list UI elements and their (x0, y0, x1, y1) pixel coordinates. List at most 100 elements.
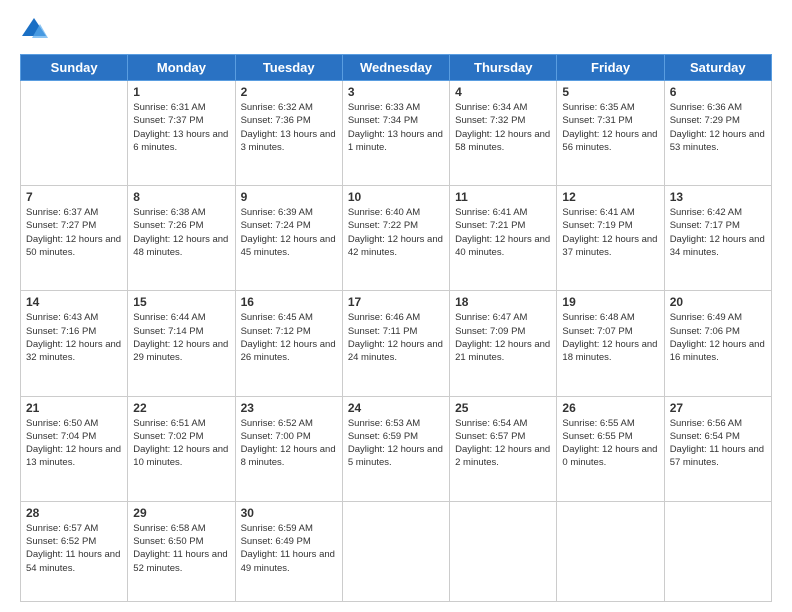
day-info: Sunrise: 6:47 AMSunset: 7:09 PMDaylight:… (455, 311, 551, 364)
logo-icon (20, 16, 48, 44)
day-info: Sunrise: 6:42 AMSunset: 7:17 PMDaylight:… (670, 206, 766, 259)
week-row-5: 28 Sunrise: 6:57 AMSunset: 6:52 PMDayligh… (21, 501, 772, 601)
calendar-cell (21, 81, 128, 186)
day-info: Sunrise: 6:31 AMSunset: 7:37 PMDaylight:… (133, 101, 229, 154)
page: SundayMondayTuesdayWednesdayThursdayFrid… (0, 0, 792, 612)
day-info: Sunrise: 6:51 AMSunset: 7:02 PMDaylight:… (133, 417, 229, 470)
day-number: 22 (133, 401, 229, 415)
calendar-cell: 2Sunrise: 6:32 AMSunset: 7:36 PMDaylight… (235, 81, 342, 186)
calendar-cell: 8 Sunrise: 6:38 AMSunset: 7:26 PMDaylight… (128, 186, 235, 291)
day-number: 19 (562, 295, 658, 309)
day-number: 18 (455, 295, 551, 309)
calendar-cell: 26 Sunrise: 6:55 AMSunset: 6:55 PMDayligh… (557, 396, 664, 501)
day-info: Sunrise: 6:34 AMSunset: 7:32 PMDaylight:… (455, 101, 551, 154)
day-number: 13 (670, 190, 766, 204)
day-info: Sunrise: 6:39 AMSunset: 7:24 PMDaylight:… (241, 206, 337, 259)
calendar-cell: 13 Sunrise: 6:42 AMSunset: 7:17 PMDayligh… (664, 186, 771, 291)
calendar-cell: 1 Sunrise: 6:31 AMSunset: 7:37 PMDaylight… (128, 81, 235, 186)
week-row-3: 14 Sunrise: 6:43 AMSunset: 7:16 PMDayligh… (21, 291, 772, 396)
day-number: 11 (455, 190, 551, 204)
calendar-cell: 18 Sunrise: 6:47 AMSunset: 7:09 PMDayligh… (450, 291, 557, 396)
day-number: 4 (455, 85, 551, 99)
week-row-2: 7 Sunrise: 6:37 AMSunset: 7:27 PMDaylight… (21, 186, 772, 291)
day-info: Sunrise: 6:43 AMSunset: 7:16 PMDaylight:… (26, 311, 122, 364)
day-number: 12 (562, 190, 658, 204)
day-info: Sunrise: 6:33 AMSunset: 7:34 PMDaylight:… (348, 101, 444, 154)
day-info: Sunrise: 6:53 AMSunset: 6:59 PMDaylight:… (348, 417, 444, 470)
day-info: Sunrise: 6:36 AMSunset: 7:29 PMDaylight:… (670, 101, 766, 154)
day-number: 16 (241, 295, 337, 309)
day-number: 3 (348, 85, 444, 99)
day-number: 8 (133, 190, 229, 204)
calendar-cell: 20 Sunrise: 6:49 AMSunset: 7:06 PMDayligh… (664, 291, 771, 396)
calendar-table: SundayMondayTuesdayWednesdayThursdayFrid… (20, 54, 772, 602)
day-info: Sunrise: 6:55 AMSunset: 6:55 PMDaylight:… (562, 417, 658, 470)
day-number: 7 (26, 190, 122, 204)
calendar-cell (342, 501, 449, 601)
day-number: 5 (562, 85, 658, 99)
day-info: Sunrise: 6:37 AMSunset: 7:27 PMDaylight:… (26, 206, 122, 259)
calendar-cell: 3 Sunrise: 6:33 AMSunset: 7:34 PMDaylight… (342, 81, 449, 186)
day-info: Sunrise: 6:45 AMSunset: 7:12 PMDaylight:… (241, 311, 337, 364)
day-info: Sunrise: 6:48 AMSunset: 7:07 PMDaylight:… (562, 311, 658, 364)
calendar-cell: 21 Sunrise: 6:50 AMSunset: 7:04 PMDayligh… (21, 396, 128, 501)
header-row: SundayMondayTuesdayWednesdayThursdayFrid… (21, 55, 772, 81)
day-info: Sunrise: 6:46 AMSunset: 7:11 PMDaylight:… (348, 311, 444, 364)
day-number: 17 (348, 295, 444, 309)
day-number: 23 (241, 401, 337, 415)
calendar-cell: 22 Sunrise: 6:51 AMSunset: 7:02 PMDayligh… (128, 396, 235, 501)
col-header-friday: Friday (557, 55, 664, 81)
day-info: Sunrise: 6:54 AMSunset: 6:57 PMDaylight:… (455, 417, 551, 470)
day-info: Sunrise: 6:41 AMSunset: 7:19 PMDaylight:… (562, 206, 658, 259)
day-number: 1 (133, 85, 229, 99)
day-info: Sunrise: 6:49 AMSunset: 7:06 PMDaylight:… (670, 311, 766, 364)
day-info: Sunrise: 6:35 AMSunset: 7:31 PMDaylight:… (562, 101, 658, 154)
week-row-1: 1 Sunrise: 6:31 AMSunset: 7:37 PMDaylight… (21, 81, 772, 186)
logo (20, 16, 52, 44)
day-info: Sunrise: 6:58 AMSunset: 6:50 PMDaylight:… (133, 522, 229, 575)
calendar-cell: 25 Sunrise: 6:54 AMSunset: 6:57 PMDayligh… (450, 396, 557, 501)
day-number: 10 (348, 190, 444, 204)
calendar-cell: 24Sunrise: 6:53 AMSunset: 6:59 PMDayligh… (342, 396, 449, 501)
col-header-monday: Monday (128, 55, 235, 81)
col-header-wednesday: Wednesday (342, 55, 449, 81)
calendar-cell: 12 Sunrise: 6:41 AMSunset: 7:19 PMDayligh… (557, 186, 664, 291)
calendar-cell: 7 Sunrise: 6:37 AMSunset: 7:27 PMDaylight… (21, 186, 128, 291)
week-row-4: 21 Sunrise: 6:50 AMSunset: 7:04 PMDayligh… (21, 396, 772, 501)
day-info: Sunrise: 6:57 AMSunset: 6:52 PMDaylight:… (26, 522, 122, 575)
calendar-cell: 11 Sunrise: 6:41 AMSunset: 7:21 PMDayligh… (450, 186, 557, 291)
day-number: 26 (562, 401, 658, 415)
calendar-cell: 4 Sunrise: 6:34 AMSunset: 7:32 PMDaylight… (450, 81, 557, 186)
day-number: 15 (133, 295, 229, 309)
calendar-cell (450, 501, 557, 601)
calendar-cell: 28 Sunrise: 6:57 AMSunset: 6:52 PMDayligh… (21, 501, 128, 601)
calendar-cell: 29Sunrise: 6:58 AMSunset: 6:50 PMDayligh… (128, 501, 235, 601)
day-number: 25 (455, 401, 551, 415)
calendar-cell: 27Sunrise: 6:56 AMSunset: 6:54 PMDayligh… (664, 396, 771, 501)
calendar-cell: 14 Sunrise: 6:43 AMSunset: 7:16 PMDayligh… (21, 291, 128, 396)
day-info: Sunrise: 6:59 AMSunset: 6:49 PMDaylight:… (241, 522, 337, 575)
day-info: Sunrise: 6:32 AMSunset: 7:36 PMDaylight:… (241, 101, 337, 154)
day-info: Sunrise: 6:50 AMSunset: 7:04 PMDaylight:… (26, 417, 122, 470)
calendar-cell: 9 Sunrise: 6:39 AMSunset: 7:24 PMDaylight… (235, 186, 342, 291)
day-info: Sunrise: 6:44 AMSunset: 7:14 PMDaylight:… (133, 311, 229, 364)
calendar-cell: 19 Sunrise: 6:48 AMSunset: 7:07 PMDayligh… (557, 291, 664, 396)
day-number: 9 (241, 190, 337, 204)
day-number: 27 (670, 401, 766, 415)
calendar-cell: 5 Sunrise: 6:35 AMSunset: 7:31 PMDaylight… (557, 81, 664, 186)
calendar-cell: 17 Sunrise: 6:46 AMSunset: 7:11 PMDayligh… (342, 291, 449, 396)
calendar-cell: 30 Sunrise: 6:59 AMSunset: 6:49 PMDayligh… (235, 501, 342, 601)
calendar-cell: 23Sunrise: 6:52 AMSunset: 7:00 PMDayligh… (235, 396, 342, 501)
day-number: 28 (26, 506, 122, 520)
col-header-tuesday: Tuesday (235, 55, 342, 81)
day-number: 30 (241, 506, 337, 520)
calendar-cell (664, 501, 771, 601)
calendar-cell (557, 501, 664, 601)
col-header-saturday: Saturday (664, 55, 771, 81)
day-info: Sunrise: 6:41 AMSunset: 7:21 PMDaylight:… (455, 206, 551, 259)
col-header-sunday: Sunday (21, 55, 128, 81)
day-number: 20 (670, 295, 766, 309)
day-number: 14 (26, 295, 122, 309)
day-number: 21 (26, 401, 122, 415)
day-info: Sunrise: 6:38 AMSunset: 7:26 PMDaylight:… (133, 206, 229, 259)
